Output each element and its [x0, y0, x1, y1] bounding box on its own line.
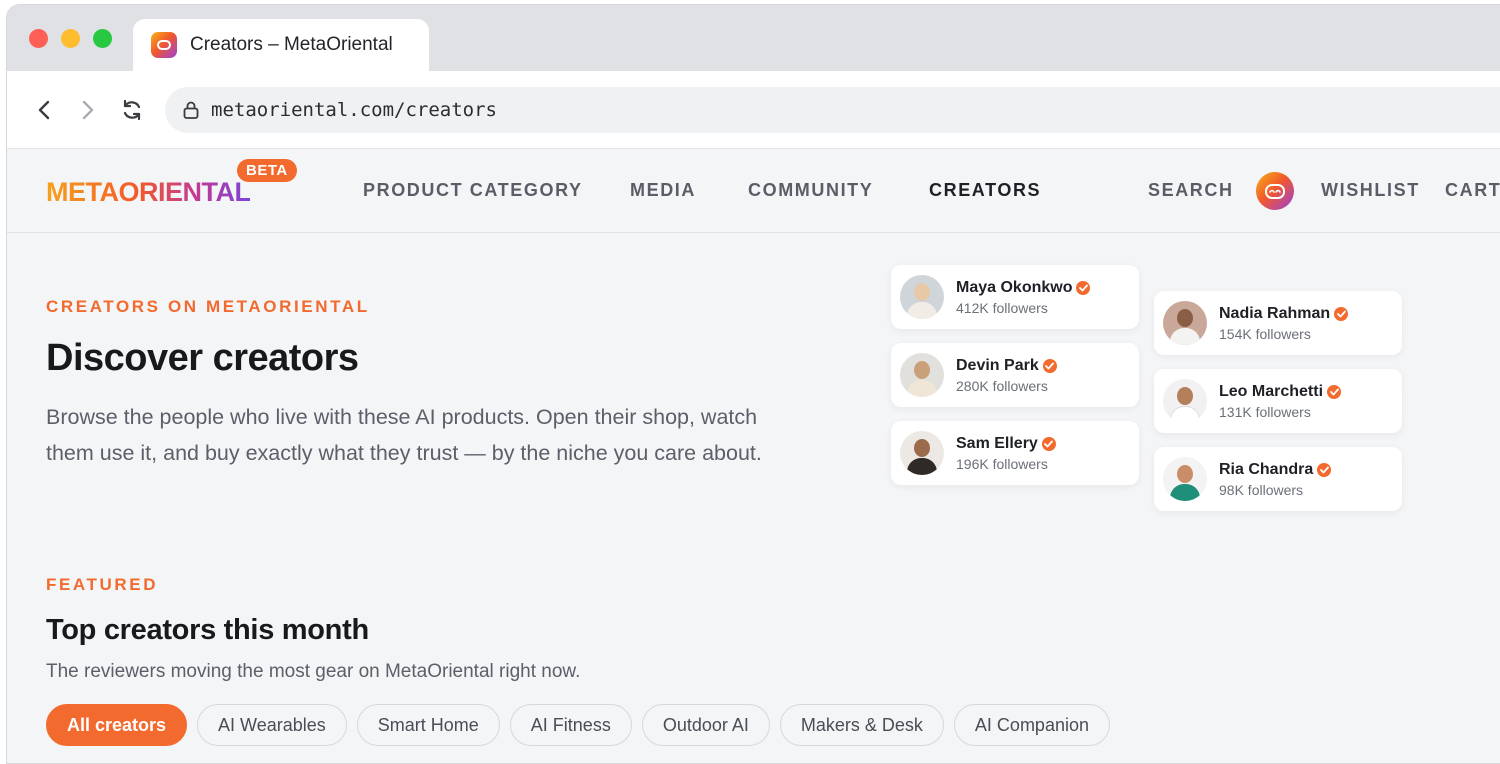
site-favicon-icon [151, 32, 177, 58]
avatar [900, 431, 944, 475]
site-header: METAORIENTAL BETA PRODUCT CATEGORY MEDIA… [7, 149, 1500, 233]
filter-chip-all-creators[interactable]: All creators [46, 704, 188, 746]
featured-eyebrow: FEATURED [46, 575, 159, 594]
nav-search[interactable]: SEARCH [1148, 180, 1234, 201]
avatar [1163, 379, 1207, 423]
creator-card[interactable]: Nadia Rahman 154K followers [1154, 291, 1402, 355]
browser-window: Creators – MetaOriental metaoriental.com… [6, 4, 1500, 764]
avatar [900, 353, 944, 397]
url-text: metaoriental.com/creators [211, 99, 497, 121]
browser-tab-active[interactable]: Creators – MetaOriental [133, 19, 429, 71]
creator-name: Devin Park [956, 356, 1039, 374]
nav-media[interactable]: MEDIA [630, 180, 696, 201]
creator-name: Leo Marchetti [1219, 382, 1324, 400]
ai-assistant-bot-icon[interactable] [1256, 172, 1294, 210]
nav-creators[interactable]: CREATORS [929, 180, 1041, 201]
verified-badge-icon [1334, 306, 1349, 321]
hero-description: Browse the people who live with these AI… [46, 405, 762, 465]
close-window-button[interactable] [29, 29, 48, 48]
tab-strip: Creators – MetaOriental [7, 5, 1500, 71]
hero-eyebrow: CREATORS ON METAORIENTAL [46, 297, 370, 316]
verified-badge-icon [1317, 462, 1332, 477]
verified-badge-icon [1041, 436, 1056, 451]
creator-followers: 131K followers [1219, 403, 1311, 420]
creator-name: Ria Chandra [1219, 460, 1314, 478]
forward-button[interactable] [73, 95, 103, 125]
browser-toolbar: metaoriental.com/creators [7, 71, 1500, 149]
verified-badge-icon [1042, 358, 1057, 373]
verified-badge-icon [1076, 280, 1091, 295]
lock-icon [183, 101, 199, 119]
address-bar[interactable]: metaoriental.com/creators [165, 87, 1500, 133]
creator-followers: 154K followers [1219, 325, 1311, 342]
nav-product-category[interactable]: PRODUCT CATEGORY [363, 180, 583, 201]
reload-button[interactable] [117, 95, 147, 125]
filter-chips: All creators AI Wearables Smart Home AI … [46, 704, 1110, 746]
creator-name: Nadia Rahman [1219, 304, 1331, 322]
section-title: Top creators this month [46, 614, 369, 646]
nav-community[interactable]: COMMUNITY [748, 180, 873, 201]
creator-card[interactable]: Maya Okonkwo 412K followers [891, 265, 1139, 329]
page-title: Discover creators [46, 337, 359, 379]
creator-followers: 196K followers [956, 455, 1048, 472]
filter-chip-ai-wearables[interactable]: AI Wearables [197, 704, 347, 746]
reload-icon [123, 99, 141, 121]
creator-followers: 98K followers [1219, 481, 1304, 498]
creator-card[interactable]: Ria Chandra 98K followers [1154, 447, 1402, 511]
creator-card[interactable]: Sam Ellery 196K followers [891, 421, 1139, 485]
filter-chip-smart-home[interactable]: Smart Home [356, 704, 500, 746]
verified-badge-icon [1327, 384, 1342, 399]
creator-name: Sam Ellery [956, 434, 1038, 452]
filter-chip-ai-fitness[interactable]: AI Fitness [509, 704, 632, 746]
avatar [900, 275, 944, 319]
nav-cart[interactable]: CART [1445, 180, 1500, 201]
filter-chip-outdoor-ai[interactable]: Outdoor AI [641, 704, 770, 746]
filter-chip-ai-companion[interactable]: AI Companion [953, 704, 1110, 746]
avatar [1163, 301, 1207, 345]
filter-chip-makers-desk[interactable]: Makers & Desk [779, 704, 944, 746]
section-subtitle: The reviewers moving the most gear on Me… [46, 661, 581, 682]
tab-title: Creators – MetaOriental [190, 34, 393, 55]
minimize-window-button[interactable] [61, 29, 80, 48]
beta-badge: BETA [237, 159, 297, 182]
creator-card[interactable]: Leo Marchetti 131K followers [1154, 369, 1402, 433]
maximize-window-button[interactable] [93, 29, 112, 48]
site-logo[interactable]: METAORIENTAL [46, 177, 251, 208]
back-button[interactable] [29, 95, 59, 125]
creator-name: Maya Okonkwo [956, 278, 1073, 296]
chevron-left-icon [38, 100, 50, 120]
avatar [1163, 457, 1207, 501]
nav-wishlist[interactable]: WISHLIST [1321, 180, 1420, 201]
creator-followers: 412K followers [956, 299, 1048, 316]
creator-followers: 280K followers [956, 377, 1048, 394]
creator-card[interactable]: Devin Park 280K followers [891, 343, 1139, 407]
chevron-right-icon [82, 100, 94, 120]
